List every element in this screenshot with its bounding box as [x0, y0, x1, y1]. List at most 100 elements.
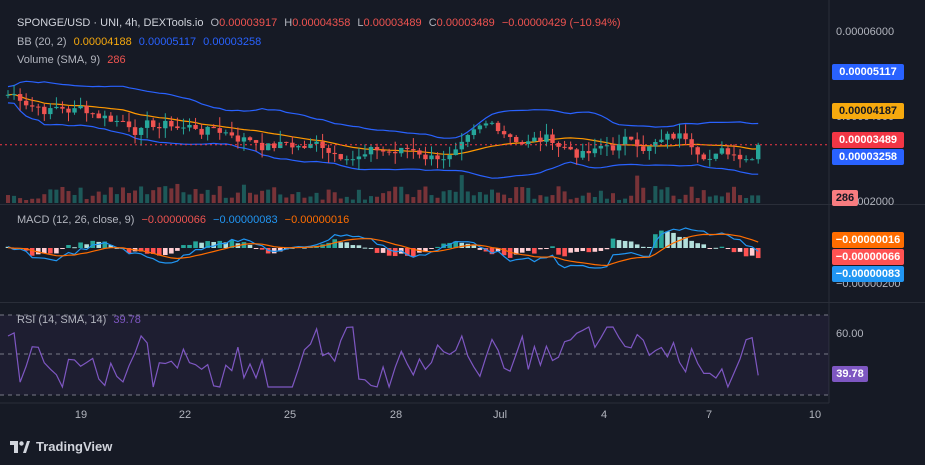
- volume-bar: [205, 189, 210, 203]
- volume-bar: [18, 198, 23, 203]
- volume-bar: [296, 192, 301, 203]
- tradingview-brand[interactable]: TradingView: [10, 439, 112, 454]
- candle: [114, 120, 120, 122]
- candle: [520, 142, 525, 145]
- volume-bar: [157, 187, 162, 203]
- macd-hist-bar: [193, 241, 198, 248]
- close-value: 0.00003489: [436, 17, 495, 29]
- macd-legend[interactable]: MACD (12, 26, close, 9) −0.00000066 −0.0…: [17, 214, 353, 226]
- volume-bar: [750, 195, 755, 203]
- candle: [447, 155, 452, 160]
- macd-hist-tag: −0.00000066: [832, 249, 904, 265]
- volume-bar: [151, 190, 156, 203]
- price-axis-tick: 0.00006000: [836, 26, 895, 38]
- date-label: 10: [808, 409, 822, 421]
- macd-hist-bar: [374, 248, 380, 253]
- volume-bar: [399, 186, 404, 203]
- candle: [193, 124, 198, 129]
- macd-hist-bar: [429, 248, 434, 249]
- volume-bar: [290, 194, 295, 203]
- macd-hist-bar: [586, 248, 592, 253]
- volume-bar: [490, 189, 494, 203]
- volume-value: 286: [107, 54, 126, 66]
- volume-bar: [592, 196, 597, 203]
- volume-bar: [60, 186, 65, 203]
- macd-hist-bar: [175, 248, 180, 251]
- candle: [30, 105, 35, 107]
- candle: [707, 158, 712, 160]
- macd-hist-bar: [719, 246, 725, 248]
- candle: [362, 154, 368, 157]
- bb-legend[interactable]: BB (20, 2) 0.00004188 0.00005117 0.00003…: [17, 36, 265, 48]
- candle: [550, 134, 555, 144]
- candle: [36, 106, 41, 108]
- volume-bar: [526, 187, 531, 203]
- volume-bar: [586, 192, 591, 203]
- volume-bar: [738, 195, 743, 203]
- volume-bar: [629, 195, 634, 203]
- candle: [405, 147, 410, 150]
- macd-hist-bar: [356, 245, 362, 248]
- macd-hist-bar: [532, 248, 537, 254]
- macd-hist-bar: [592, 248, 598, 252]
- macd-hist-bar: [54, 248, 59, 254]
- volume-bar: [133, 190, 138, 203]
- macd-hist-bar: [344, 242, 350, 248]
- candle: [380, 150, 386, 152]
- volume-legend[interactable]: Volume (SMA, 9) 286: [17, 54, 130, 66]
- volume-bar: [393, 186, 398, 203]
- date-label: 22: [178, 409, 192, 421]
- brand-name: TradingView: [36, 439, 113, 454]
- volume-bar: [423, 186, 428, 203]
- bb-basis-value: 0.00004188: [73, 36, 132, 48]
- candle: [423, 154, 428, 160]
- bb-basis-tag: 0.00004187: [832, 103, 904, 119]
- macd-hist-bar: [435, 246, 440, 248]
- macd-hist-bar: [725, 248, 731, 249]
- volume-bar: [266, 189, 271, 203]
- candle: [489, 122, 495, 124]
- candle: [598, 145, 604, 149]
- bb-upper-value: 0.00005117: [138, 36, 197, 48]
- macd-hist-bar: [72, 247, 77, 249]
- candle: [743, 159, 749, 161]
- candle: [507, 134, 513, 137]
- candle: [229, 132, 235, 136]
- candle: [126, 121, 132, 128]
- candle: [483, 123, 489, 126]
- candle: [701, 154, 706, 160]
- volume-bar: [24, 199, 29, 203]
- candle: [756, 144, 761, 160]
- macd-hist-bar: [731, 248, 737, 253]
- macd-signal-tag: −0.00000016: [832, 232, 904, 248]
- volume-bar: [139, 186, 144, 203]
- low-label: L: [357, 17, 364, 29]
- candle: [5, 94, 11, 96]
- volume-bar: [362, 199, 367, 203]
- volume-bar: [338, 198, 343, 203]
- volume-bar: [145, 194, 150, 203]
- volume-bar: [120, 187, 125, 203]
- candle: [314, 141, 319, 144]
- chart-canvas[interactable]: [0, 0, 925, 465]
- candle: [151, 120, 156, 128]
- volume-bar: [181, 192, 186, 203]
- volume-tag: 286: [832, 190, 858, 206]
- volume-bar: [617, 199, 622, 203]
- volume-bar: [604, 198, 609, 203]
- volume-bar: [320, 199, 325, 203]
- macd-hist-bar: [169, 248, 174, 254]
- volume-bar: [483, 194, 488, 203]
- volume-bar: [550, 195, 555, 203]
- candle: [326, 148, 331, 153]
- volume-bar: [701, 190, 706, 203]
- candle: [120, 120, 126, 122]
- macd-hist-bar: [749, 248, 755, 256]
- rsi-legend[interactable]: RSI (14, SMA, 14) 39.78: [17, 314, 145, 326]
- candle: [526, 141, 531, 145]
- volume-bar: [90, 195, 95, 203]
- candle: [677, 133, 682, 139]
- volume-bar: [96, 191, 101, 203]
- volume-bar: [102, 194, 107, 203]
- macd-hist-bar: [362, 247, 368, 249]
